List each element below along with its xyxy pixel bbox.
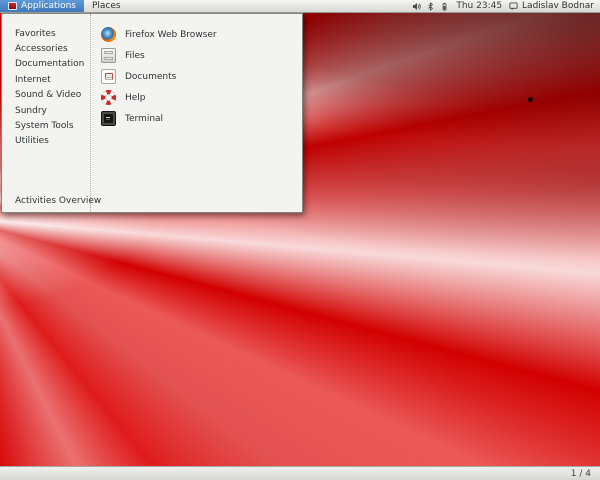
app-list: Firefox Web Browser Files Documents Help <box>92 14 302 212</box>
user-name-label: Ladislav Bodnar <box>522 1 594 11</box>
desktop-screen: Applications Places Thu 23:45 <box>0 0 600 480</box>
battery-icon[interactable] <box>440 2 449 11</box>
user-presence-icon <box>509 2 518 11</box>
category-item[interactable]: Accessories <box>2 41 90 56</box>
category-item[interactable]: Sundry <box>2 103 90 118</box>
top-panel: Applications Places Thu 23:45 <box>0 0 600 13</box>
applications-menu-label: Applications <box>21 1 76 11</box>
app-label: Help <box>125 93 146 103</box>
category-item[interactable]: Utilities <box>2 134 90 149</box>
category-label: System Tools <box>15 121 74 131</box>
places-menu-label: Places <box>92 1 121 11</box>
files-icon <box>101 48 116 63</box>
clock[interactable]: Thu 23:45 <box>456 1 502 11</box>
category-label: Utilities <box>15 136 49 146</box>
category-item[interactable]: Sound & Video <box>2 88 90 103</box>
category-label: Sundry <box>15 106 47 116</box>
documents-icon <box>101 69 116 84</box>
help-icon <box>101 90 116 105</box>
terminal-icon <box>101 111 116 126</box>
category-item[interactable]: Internet <box>2 72 90 87</box>
bottom-panel: 1 / 4 <box>0 466 600 480</box>
category-item[interactable]: System Tools <box>2 118 90 133</box>
volume-icon[interactable] <box>412 2 421 11</box>
workspace-indicator[interactable]: 1 / 4 <box>571 469 600 479</box>
activities-overview-button[interactable]: Activities Overview <box>15 196 101 206</box>
category-list: Favorites Accessories Documentation Inte… <box>2 14 91 212</box>
status-icons-group <box>412 2 449 11</box>
firefox-icon <box>101 27 116 42</box>
category-label: Documentation <box>15 59 84 69</box>
category-label: Accessories <box>15 44 68 54</box>
top-panel-menus: Applications Places <box>0 0 129 12</box>
mouse-cursor <box>528 97 533 102</box>
activities-overview-label: Activities Overview <box>15 196 101 206</box>
applications-menu-button[interactable]: Applications <box>0 0 84 12</box>
app-item[interactable]: Firefox Web Browser <box>92 24 302 45</box>
category-label: Favorites <box>15 29 56 39</box>
applications-menu-icon <box>8 2 17 10</box>
category-item[interactable]: Favorites <box>2 26 90 41</box>
app-item[interactable]: Files <box>92 45 302 66</box>
category-item[interactable]: Documentation <box>2 57 90 72</box>
top-panel-status-area: Thu 23:45 Ladislav Bodnar <box>412 0 600 12</box>
bluetooth-icon[interactable] <box>426 2 435 11</box>
app-label: Documents <box>125 72 176 82</box>
app-item[interactable]: Help <box>92 87 302 108</box>
places-menu-button[interactable]: Places <box>84 0 129 12</box>
applications-menu-panel: Favorites Accessories Documentation Inte… <box>1 13 303 213</box>
app-item[interactable]: Terminal <box>92 108 302 129</box>
app-label: Files <box>125 51 145 61</box>
app-label: Firefox Web Browser <box>125 30 217 40</box>
category-label: Sound & Video <box>15 90 81 100</box>
app-label: Terminal <box>125 114 163 124</box>
user-menu-button[interactable]: Ladislav Bodnar <box>509 1 594 11</box>
app-item[interactable]: Documents <box>92 66 302 87</box>
category-label: Internet <box>15 75 51 85</box>
